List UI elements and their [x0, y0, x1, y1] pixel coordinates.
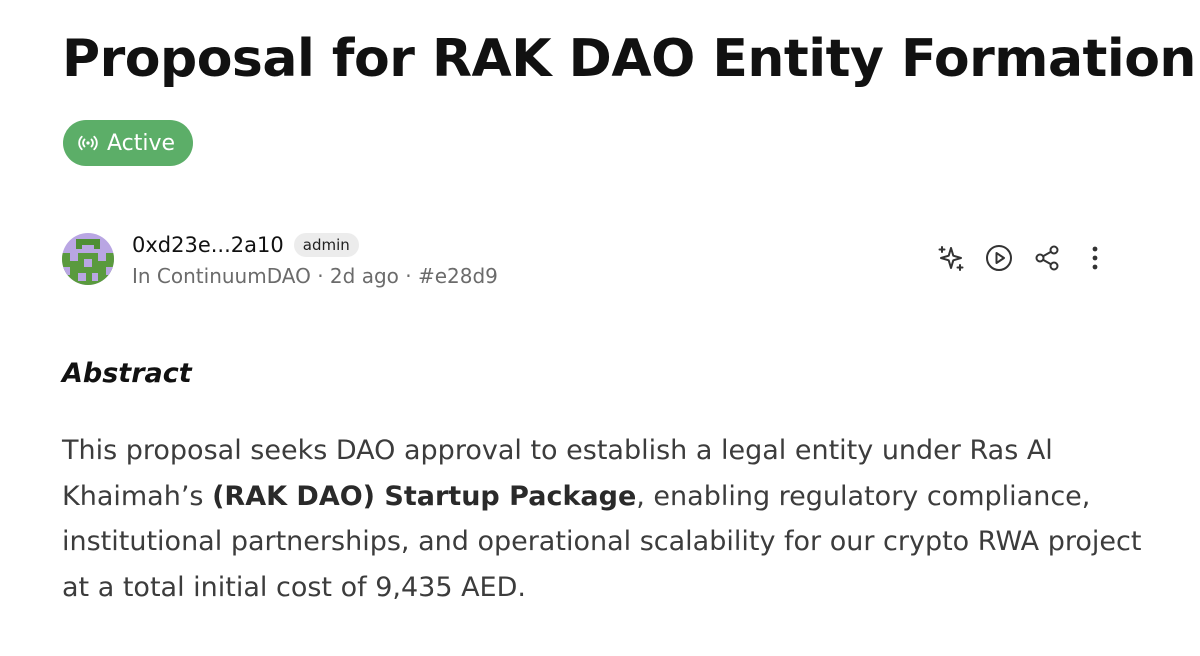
author-meta: 0xd23e...2a10 admin In ContinuumDAO · 2d…: [132, 230, 498, 288]
ai-summary-button[interactable]: [934, 243, 968, 277]
sparkle-icon: [936, 243, 966, 277]
broadcast-icon: [77, 132, 99, 154]
proposal-meta: In ContinuumDAO · 2d ago · #e28d9: [132, 264, 498, 288]
proposal-page: Proposal for RAK DAO Entity Formation Ac…: [0, 0, 1200, 656]
more-vertical-icon: [1080, 243, 1110, 277]
author-info: 0xd23e...2a10 admin In ContinuumDAO · 2d…: [62, 230, 498, 288]
action-toolbar: [934, 243, 1112, 277]
author-line: 0xd23e...2a10 admin: [132, 230, 498, 260]
abstract-heading: Abstract: [62, 358, 192, 389]
more-options-button[interactable]: [1078, 243, 1112, 277]
status-badge: Active: [63, 120, 194, 166]
avatar[interactable]: [62, 233, 114, 285]
role-badge: admin: [293, 233, 359, 257]
play-audio-button[interactable]: [982, 243, 1016, 277]
author-address[interactable]: 0xd23e...2a10: [132, 233, 284, 257]
status-label: Active: [107, 130, 176, 156]
share-button[interactable]: [1030, 243, 1064, 277]
play-circle-icon: [984, 243, 1014, 277]
abstract-text-bold: (RAK DAO) Startup Package: [212, 480, 637, 512]
abstract-body: This proposal seeks DAO approval to esta…: [62, 428, 1142, 610]
share-icon: [1032, 243, 1062, 277]
page-title: Proposal for RAK DAO Entity Formation: [62, 29, 1196, 89]
